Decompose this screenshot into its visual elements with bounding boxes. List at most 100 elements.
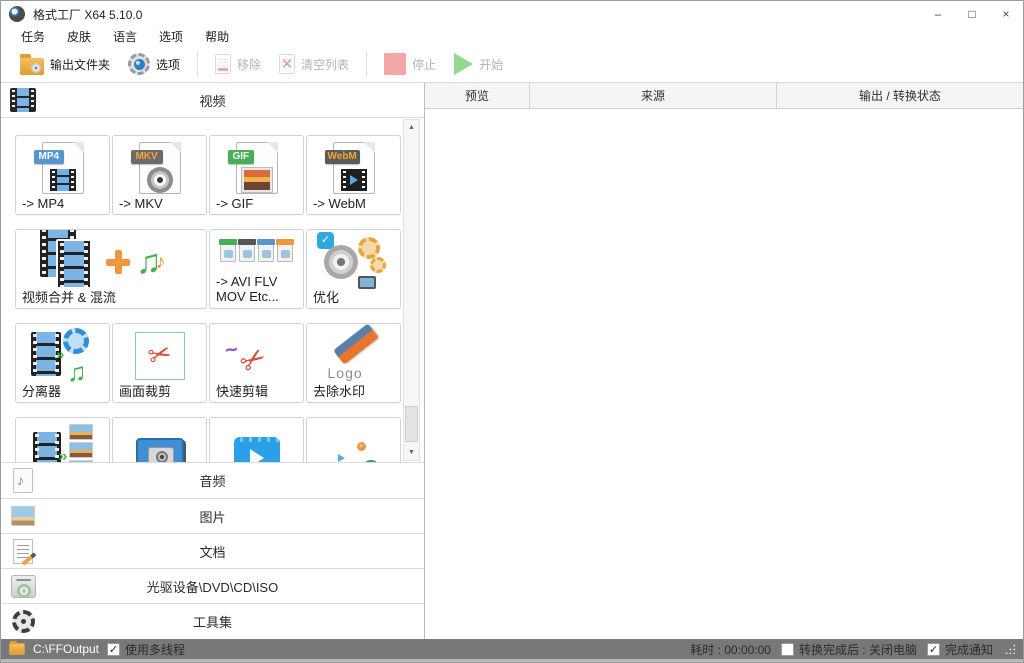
elapsed-time: 耗时 : 00:00:00 — [690, 641, 771, 658]
maximize-button[interactable]: □ — [955, 1, 989, 27]
category-rom-device[interactable]: 光驱设备\DVD\CD\ISO — [1, 568, 424, 603]
tile-label: 去除水印 — [313, 384, 396, 399]
window-controls: – □ × — [921, 1, 1023, 27]
output-path-folder-icon — [9, 643, 25, 655]
category-picture[interactable]: 图片 — [1, 498, 424, 533]
tile-remove-watermark[interactable]: Logo 去除水印 — [306, 323, 401, 403]
video-download-icon: + — [307, 422, 400, 463]
screen-recorder-icon — [113, 422, 206, 463]
tile-to-mp4[interactable]: MP4 -> MP4 — [15, 135, 110, 215]
tile-label: -> MKV — [119, 196, 202, 211]
remove-icon — [215, 54, 231, 74]
column-output-status[interactable]: 输出 / 转换状态 — [777, 83, 1023, 108]
tile-splitter[interactable]: » ♫ 分离器 — [15, 323, 110, 403]
app-window: 格式工厂 X64 5.10.0 – □ × 任务 皮肤 语言 选项 帮助 输出文… — [0, 0, 1024, 663]
main-area: 视频 MP4 -> MP4 MKV -> MKV — [1, 83, 1023, 639]
stop-icon — [384, 53, 406, 75]
tile-to-gif[interactable]: GIF -> GIF — [209, 135, 304, 215]
tile-label: 分离器 — [22, 384, 105, 399]
shutdown-label: 转换完成后 : 关闭电脑 — [799, 641, 917, 658]
multithread-checkbox[interactable]: ✓ — [107, 643, 120, 656]
toolset-category-icon — [10, 608, 36, 636]
video-category-label: 视频 — [1, 91, 424, 110]
notify-toggle[interactable]: ✓ 完成通知 — [927, 641, 993, 658]
start-icon — [454, 53, 473, 75]
webm-file-icon: WebM — [307, 140, 400, 196]
tile-screen-recorder[interactable] — [112, 417, 207, 463]
tile-to-webm[interactable]: WebM -> WebM — [306, 135, 401, 215]
tile-to-mkv[interactable]: MKV -> MKV — [112, 135, 207, 215]
scrollbar-thumb[interactable] — [405, 406, 418, 442]
queue-header: 预览 来源 输出 / 转换状态 — [425, 83, 1023, 109]
category-video[interactable]: 视频 — [1, 83, 424, 117]
toolbar: 输出文件夹 选项 移除 ✕ 清空列表 停止 开始 — [1, 46, 1023, 83]
shutdown-checkbox[interactable]: ✓ — [781, 643, 794, 656]
document-category-label: 文档 — [1, 542, 424, 561]
tile-label: 画面裁剪 — [119, 384, 202, 399]
column-preview[interactable]: 预览 — [425, 83, 530, 108]
mkv-file-icon: MKV — [113, 140, 206, 196]
toolbar-separator — [366, 51, 367, 77]
tile-label: 快速剪辑 — [216, 384, 299, 399]
tile-video-download[interactable]: + — [306, 417, 401, 463]
menu-help[interactable]: 帮助 — [195, 27, 239, 46]
scroll-down-icon[interactable]: ▼ — [404, 445, 419, 460]
category-document[interactable]: 文档 — [1, 533, 424, 568]
picture-category-icon — [10, 502, 36, 530]
queue-body[interactable] — [425, 109, 1023, 639]
options-label: 选项 — [156, 56, 180, 73]
toolset-category-label: 工具集 — [1, 612, 424, 631]
stop-button[interactable]: 停止 — [375, 50, 445, 78]
options-button[interactable]: 选项 — [119, 50, 189, 78]
menu-bar: 任务 皮肤 语言 选项 帮助 — [1, 27, 1023, 46]
menu-options[interactable]: 选项 — [149, 27, 193, 46]
column-source[interactable]: 来源 — [530, 83, 777, 108]
tile-avi-flv-mov[interactable]: -> AVI FLV MOV Etc... — [209, 229, 304, 309]
close-button[interactable]: × — [989, 1, 1023, 27]
tile-label: 优化 — [313, 290, 396, 305]
video-to-picture-icon: » — [16, 422, 109, 463]
tile-quick-clip[interactable]: ~ ✂ 快速剪辑 — [209, 323, 304, 403]
notify-checkbox[interactable]: ✓ — [927, 643, 940, 656]
audio-category-label: 音频 — [1, 471, 424, 490]
watermark-eraser-icon: Logo — [307, 328, 400, 384]
gif-file-icon: GIF — [210, 140, 303, 196]
resize-grip[interactable] — [1005, 644, 1015, 654]
output-path[interactable]: C:\FFOutput — [33, 642, 99, 656]
menu-task[interactable]: 任务 — [11, 27, 55, 46]
tile-label: -> MP4 — [22, 196, 105, 211]
multithread-toggle[interactable]: ✓ 使用多线程 — [107, 641, 185, 658]
tile-video-to-picture[interactable]: » — [15, 417, 110, 463]
tiles-scrollbar[interactable]: ▲ ▼ — [403, 119, 420, 461]
picture-category-label: 图片 — [1, 507, 424, 526]
menu-language[interactable]: 语言 — [103, 27, 147, 46]
category-toolset[interactable]: 工具集 — [1, 603, 424, 639]
rom-device-category-label: 光驱设备\DVD\CD\ISO — [1, 577, 424, 596]
remove-button[interactable]: 移除 — [206, 51, 270, 77]
output-folder-label: 输出文件夹 — [50, 56, 110, 73]
tile-video-player[interactable] — [209, 417, 304, 463]
menu-skin[interactable]: 皮肤 — [57, 27, 101, 46]
scroll-up-icon[interactable]: ▲ — [404, 120, 419, 135]
tile-crop[interactable]: ✂ 画面裁剪 — [112, 323, 207, 403]
tile-optimize[interactable]: ✓ 优化 — [306, 229, 401, 309]
category-audio[interactable]: ♪ 音频 — [1, 463, 424, 498]
category-panel: 视频 MP4 -> MP4 MKV -> MKV — [1, 83, 425, 639]
output-folder-icon — [20, 58, 44, 75]
app-icon — [9, 6, 25, 22]
clear-list-label: 清空列表 — [301, 56, 349, 73]
conversion-queue-panel: 预览 来源 输出 / 转换状态 — [425, 83, 1023, 639]
crop-scissors-icon: ✂ — [113, 328, 206, 384]
video-merge-mux-icon: ♫ ♪ — [16, 234, 206, 290]
minimize-button[interactable]: – — [921, 1, 955, 27]
title-bar: 格式工厂 X64 5.10.0 – □ × — [1, 1, 1023, 27]
tile-label: 视频合并 & 混流 — [22, 290, 202, 305]
output-folder-button[interactable]: 输出文件夹 — [11, 51, 119, 78]
status-bar: C:\FFOutput ✓ 使用多线程 耗时 : 00:00:00 ✓ 转换完成… — [1, 639, 1023, 659]
start-button[interactable]: 开始 — [445, 50, 512, 78]
window-bottom-edge — [1, 659, 1023, 662]
video-tiles-area: MP4 -> MP4 MKV -> MKV GIF — [1, 117, 424, 463]
clear-list-button[interactable]: ✕ 清空列表 — [270, 51, 358, 77]
shutdown-toggle[interactable]: ✓ 转换完成后 : 关闭电脑 — [781, 641, 917, 658]
tile-video-merge[interactable]: ♫ ♪ 视频合并 & 混流 — [15, 229, 207, 309]
